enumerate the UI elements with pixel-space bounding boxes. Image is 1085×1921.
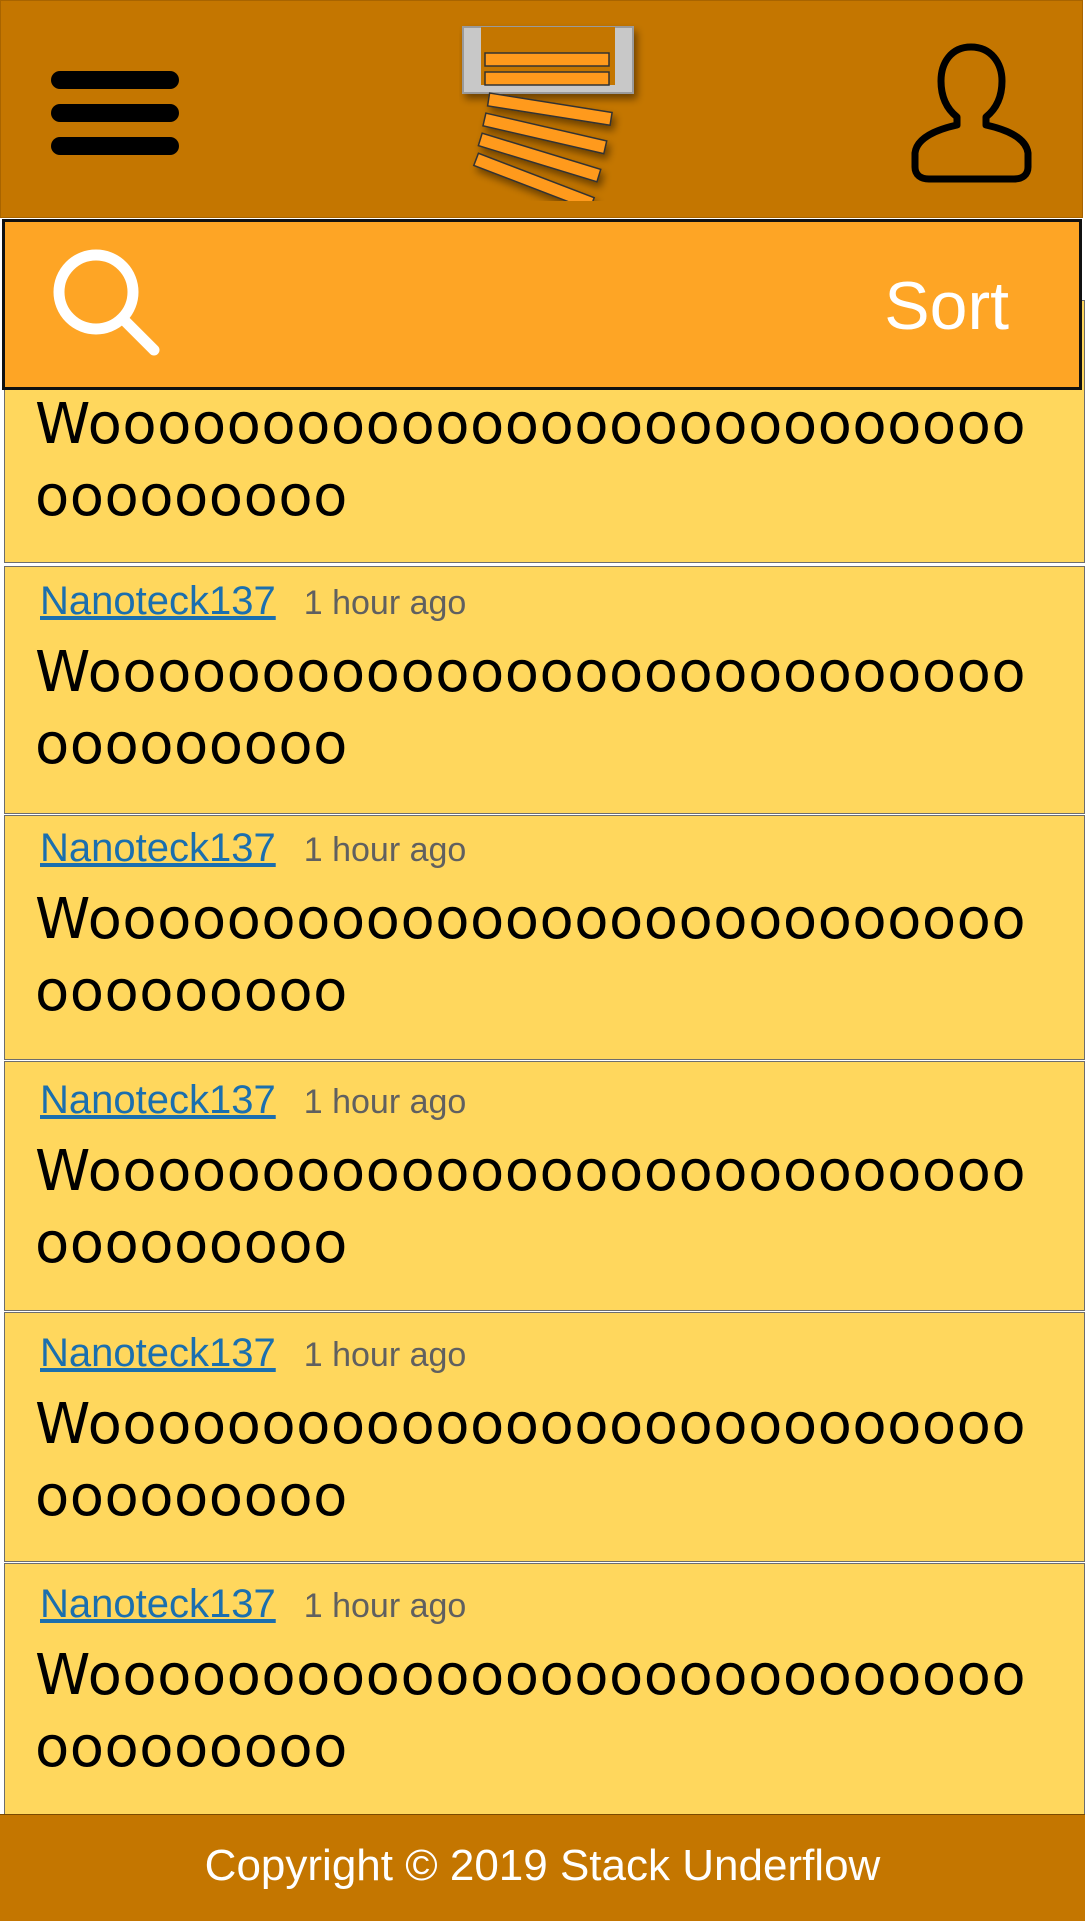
sort-button[interactable]: Sort xyxy=(884,270,1009,342)
post-body: Woooooooooooooooooooooooooooooooooooo xyxy=(35,1139,1027,1276)
app-footer: Copyright © 2019 Stack Underflow xyxy=(0,1814,1085,1921)
post-meta: Nanoteck137 1 hour ago xyxy=(40,1582,466,1632)
post-meta: Nanoteck137 1 hour ago xyxy=(40,1078,466,1128)
post-card: Nanoteck137 1 hour ago Wooooooooooooooooo… xyxy=(4,1312,1085,1562)
post-timestamp: 1 hour ago xyxy=(303,584,467,622)
menu-button[interactable] xyxy=(51,69,181,157)
post-timestamp: 1 hour ago xyxy=(303,1336,467,1374)
app-root: Woooooooooooooooooooooooooooooooooooo Na… xyxy=(0,0,1085,1921)
post-body: Woooooooooooooooooooooooooooooooooooo xyxy=(35,640,1027,777)
search-sort-bar: Sort xyxy=(2,219,1082,390)
post-meta: Nanoteck137 1 hour ago xyxy=(40,826,466,876)
copyright-text: Copyright © 2019 Stack Underflow xyxy=(204,1841,881,1890)
post-meta: Nanoteck137 1 hour ago xyxy=(40,579,466,629)
post-body: Woooooooooooooooooooooooooooooooooooo xyxy=(35,1643,1027,1780)
search-icon[interactable] xyxy=(50,246,170,366)
author-link[interactable]: Nanoteck137 xyxy=(40,1582,276,1626)
post-card: Nanoteck137 1 hour ago Wooooooooooooooooo… xyxy=(4,566,1085,814)
author-link[interactable]: Nanoteck137 xyxy=(40,1078,276,1122)
post-timestamp: 1 hour ago xyxy=(303,831,467,869)
post-timestamp: 1 hour ago xyxy=(303,1587,467,1625)
author-link[interactable]: Nanoteck137 xyxy=(40,826,276,870)
post-body: Woooooooooooooooooooooooooooooooooooo xyxy=(35,1392,1027,1529)
stack-underflow-logo xyxy=(462,26,634,201)
app-header xyxy=(0,0,1083,218)
user-profile-icon[interactable] xyxy=(909,41,1034,183)
author-link[interactable]: Nanoteck137 xyxy=(40,579,276,623)
post-body: Woooooooooooooooooooooooooooooooooooo xyxy=(35,887,1027,1024)
post-card: Nanoteck137 1 hour ago Wooooooooooooooooo… xyxy=(4,1563,1085,1815)
author-link[interactable]: Nanoteck137 xyxy=(40,1331,276,1375)
post-card: Nanoteck137 1 hour ago Wooooooooooooooooo… xyxy=(4,815,1085,1060)
post-body: Woooooooooooooooooooooooooooooooooooo xyxy=(35,392,1027,529)
post-card: Nanoteck137 1 hour ago Wooooooooooooooooo… xyxy=(4,1061,1085,1311)
post-timestamp: 1 hour ago xyxy=(303,1083,467,1121)
post-meta: Nanoteck137 1 hour ago xyxy=(40,1331,466,1381)
